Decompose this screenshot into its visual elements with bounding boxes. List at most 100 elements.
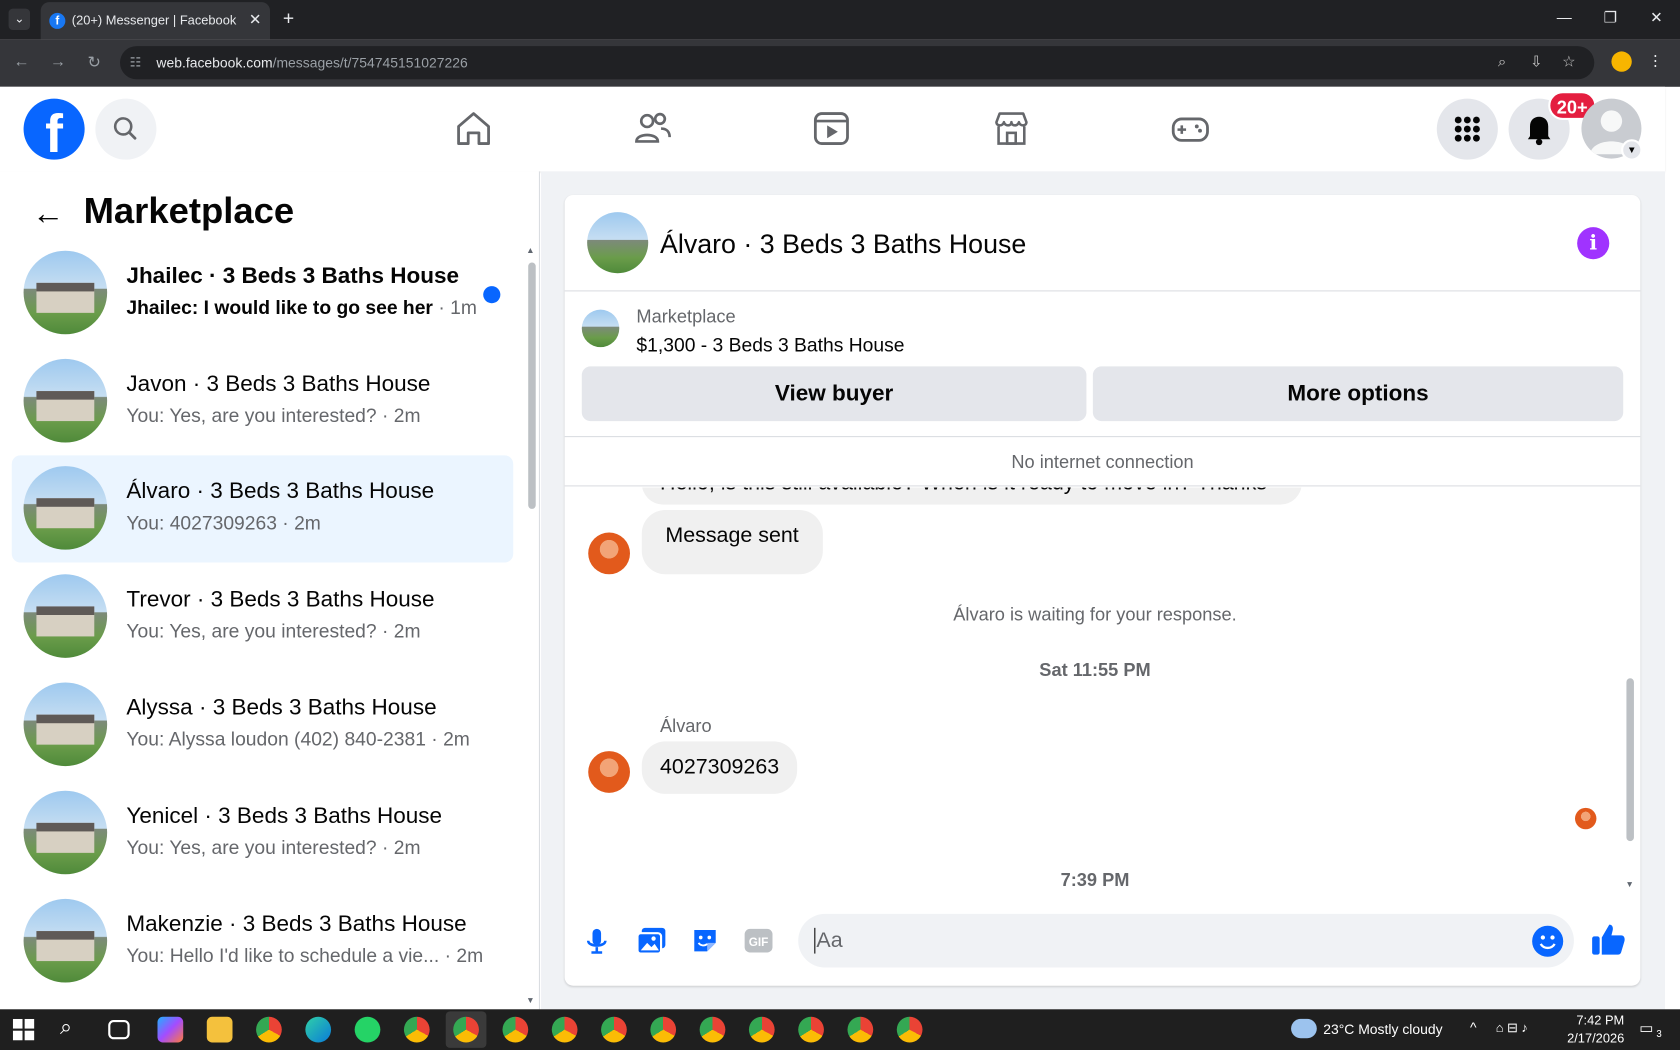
chrome-profile-icon[interactable] <box>699 1016 726 1043</box>
sticker-icon[interactable] <box>688 924 722 958</box>
gif-icon[interactable]: GIF <box>741 924 775 958</box>
listing-thumbnail <box>23 250 108 335</box>
message-bubble[interactable]: Message sent <box>641 510 823 575</box>
account-chevron-down-icon[interactable]: ▼ <box>1621 139 1643 161</box>
task-view-icon[interactable] <box>108 1020 130 1040</box>
search-icon <box>113 117 137 140</box>
browser-tab[interactable]: f (20+) Messenger | Facebook ✕ <box>40 2 271 40</box>
close-window-icon[interactable]: ✕ <box>1644 9 1670 27</box>
conversation-item[interactable]: Makenzie · 3 Beds 3 Baths House You: Hel… <box>12 888 513 995</box>
listing-thumbnail-small[interactable] <box>581 309 620 348</box>
profile-extension-icon[interactable] <box>1611 51 1632 72</box>
scroll-up-arrow-icon[interactable]: ▲ <box>526 245 534 255</box>
chrome-profile-icon[interactable] <box>551 1016 578 1043</box>
forward-icon[interactable]: → <box>48 53 67 71</box>
windows-start-icon[interactable] <box>12 1018 35 1041</box>
copilot-icon[interactable] <box>157 1016 184 1043</box>
chrome-profile-icon[interactable] <box>403 1016 430 1043</box>
conversation-name: Trevor · 3 Beds 3 Baths House <box>126 587 435 612</box>
facebook-logo-icon[interactable]: f <box>23 98 85 160</box>
clock-time[interactable]: 7:42 PM <box>1573 1013 1624 1028</box>
tab-search-dropdown-icon[interactable]: ⌄ <box>8 8 31 31</box>
thumbs-up-icon[interactable] <box>1590 921 1626 957</box>
chat-listing-thumbnail[interactable] <box>587 212 649 274</box>
more-options-button[interactable]: More options <box>1092 366 1624 422</box>
message-bubble[interactable]: Hello, is this still available? When is … <box>641 487 1302 505</box>
friends-icon[interactable] <box>631 107 674 150</box>
message-bubble[interactable]: 4027309263 <box>641 741 798 794</box>
message-timestamp: 7:39 PM <box>1060 870 1130 891</box>
bookmark-star-icon[interactable]: ☆ <box>1562 53 1575 71</box>
menu-button[interactable] <box>1436 98 1498 160</box>
message-input[interactable]: Aa <box>798 913 1574 968</box>
conversation-preview: Jhailec: I would like to go see her · 1m <box>126 296 477 319</box>
site-info-icon[interactable]: ☷ <box>130 55 142 70</box>
conversation-name: Alyssa · 3 Beds 3 Baths House <box>126 695 437 721</box>
back-arrow-icon[interactable]: ← <box>32 196 64 232</box>
weather-cloud-icon[interactable] <box>1291 1018 1317 1039</box>
conversation-name: Yenicel · 3 Beds 3 Baths House <box>126 803 443 829</box>
address-bar[interactable]: ☷ web.facebook.com/messages/t/7547451510… <box>120 46 1595 80</box>
whatsapp-icon[interactable] <box>354 1016 381 1043</box>
url-text[interactable]: web.facebook.com/messages/t/754745151027… <box>156 55 467 71</box>
conversation-item[interactable]: Javon · 3 Beds 3 Baths House You: Yes, a… <box>12 348 513 455</box>
info-icon[interactable]: i <box>1577 227 1610 260</box>
browser-menu-icon[interactable]: ⋮ <box>1648 51 1663 69</box>
gaming-icon[interactable] <box>1169 107 1212 150</box>
tray-chevron-up-icon[interactable]: ^ <box>1470 1019 1477 1035</box>
divider <box>564 290 1641 292</box>
text-caret <box>814 927 816 954</box>
conversation-list-scrollbar[interactable] <box>528 262 536 509</box>
chrome-profile-icon[interactable] <box>650 1016 677 1043</box>
message-thread[interactable]: Hello, is this still available? When is … <box>565 487 1626 895</box>
microphone-icon[interactable] <box>580 924 614 958</box>
home-icon[interactable] <box>452 107 495 150</box>
conversation-preview: You: Alyssa loudon (402) 840-2381 · 2m <box>126 728 470 751</box>
chrome-profile-icon[interactable] <box>502 1016 529 1043</box>
sender-avatar[interactable] <box>588 751 631 793</box>
zoom-icon[interactable]: ⌕ <box>1498 53 1506 71</box>
scroll-down-arrow-icon[interactable]: ▼ <box>526 995 534 1005</box>
weather-text[interactable]: 23°C Mostly cloudy <box>1323 1021 1442 1037</box>
install-app-icon[interactable]: ⇩ <box>1530 53 1543 71</box>
chrome-profile-icon[interactable] <box>847 1016 874 1043</box>
new-tab-icon[interactable]: + <box>283 8 294 31</box>
listing-thumbnail <box>23 790 108 875</box>
chat-title[interactable]: Álvaro · 3 Beds 3 Baths House <box>660 229 1026 260</box>
edge-icon[interactable] <box>305 1016 332 1043</box>
smiley-face-icon <box>1539 935 1556 950</box>
taskbar-search-icon[interactable]: ⌕ <box>60 1016 72 1041</box>
chrome-profile-icon[interactable] <box>896 1016 923 1043</box>
tray-network-volume-icons[interactable]: ⌂ ⊟ ♪ <box>1496 1020 1528 1035</box>
view-buyer-button[interactable]: View buyer <box>581 366 1087 422</box>
minimize-icon[interactable]: — <box>1551 9 1577 26</box>
restore-icon[interactable]: ❐ <box>1598 9 1624 27</box>
sender-name: Álvaro <box>660 715 712 737</box>
chrome-profile-icon[interactable] <box>453 1016 479 1043</box>
close-tab-icon[interactable]: ✕ <box>249 11 262 29</box>
listing-price[interactable]: $1,300 - 3 Beds 3 Baths House <box>636 334 904 357</box>
message-scrollbar[interactable] <box>1626 678 1634 842</box>
conversation-item-selected[interactable]: Álvaro · 3 Beds 3 Baths House You: 40273… <box>11 455 514 563</box>
chrome-profile-icon[interactable] <box>601 1016 627 1043</box>
marketplace-icon[interactable] <box>990 107 1033 150</box>
chrome-profile-icon[interactable] <box>748 1016 775 1043</box>
conversation-item[interactable]: Alyssa · 3 Beds 3 Baths House You: Alyss… <box>12 672 513 779</box>
chrome-profile-icon[interactable] <box>798 1016 824 1043</box>
conversation-item[interactable]: Jhailec · 3 Beds 3 Baths House Jhailec: … <box>12 240 513 347</box>
file-explorer-icon[interactable] <box>206 1016 233 1043</box>
connection-status: No internet connection <box>1011 452 1194 473</box>
chrome-icon[interactable] <box>256 1016 282 1043</box>
photo-icon[interactable] <box>634 924 668 958</box>
clock-date[interactable]: 2/17/2026 <box>1560 1031 1624 1046</box>
search-button[interactable] <box>95 98 157 160</box>
notification-center-icon[interactable]: ▭ <box>1639 1019 1653 1037</box>
emoji-icon[interactable] <box>1532 925 1564 957</box>
conversation-item[interactable]: Trevor · 3 Beds 3 Baths House You: Yes, … <box>12 564 513 671</box>
conversation-item[interactable]: Yenicel · 3 Beds 3 Baths House You: Yes,… <box>12 780 513 887</box>
reload-icon[interactable]: ↻ <box>85 53 104 72</box>
video-icon[interactable] <box>810 107 853 150</box>
back-icon[interactable]: ← <box>12 53 31 71</box>
sender-avatar[interactable] <box>588 532 631 575</box>
scroll-down-arrow-icon[interactable]: ▼ <box>1625 880 1633 890</box>
